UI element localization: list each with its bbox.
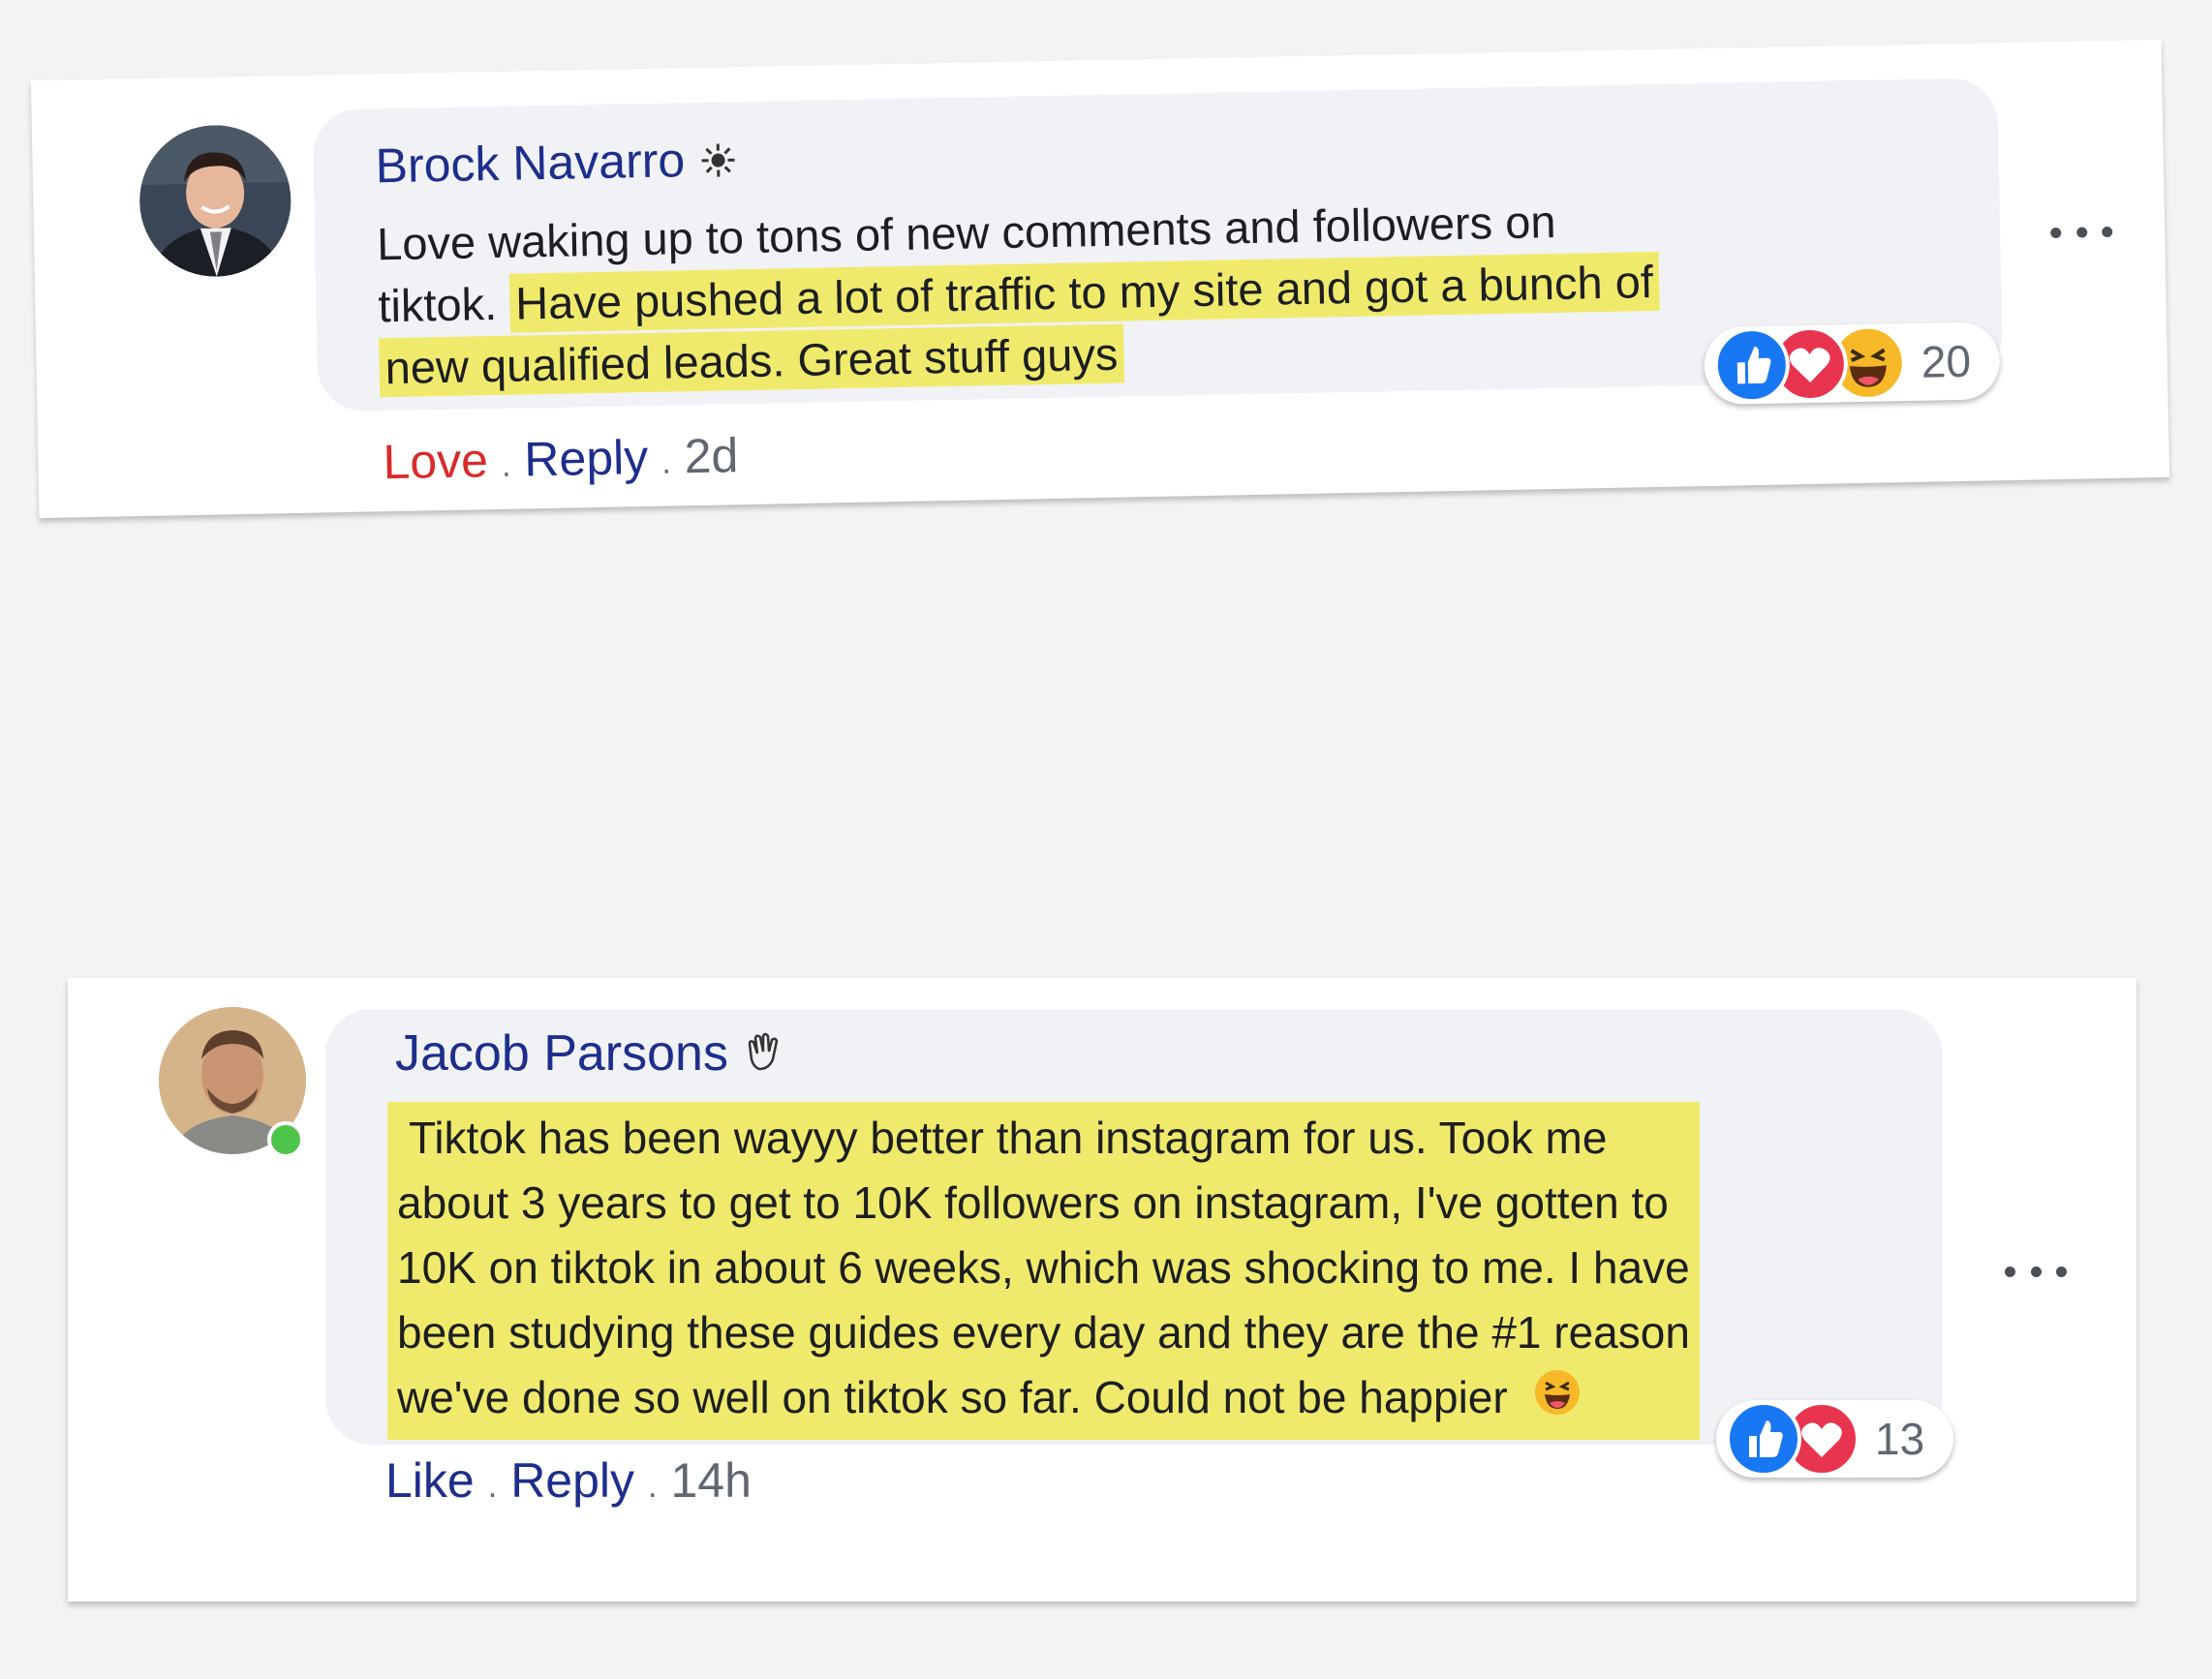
- reaction-summary[interactable]: 20: [1704, 321, 2001, 406]
- reaction-count: 13: [1875, 1414, 1925, 1464]
- timestamp[interactable]: 2d: [684, 428, 739, 483]
- separator: .: [487, 1468, 498, 1505]
- laughing-emoji: [1533, 1368, 1582, 1434]
- text-line: been studying these guides every day and…: [397, 1307, 1690, 1358]
- sun-icon: [698, 135, 738, 192]
- love-button[interactable]: Love: [383, 433, 488, 489]
- comment-card: Jacob Parsons Tiktok has been wayyy bett…: [68, 978, 2136, 1602]
- text-line: we've done so well on tiktok so far. Cou…: [397, 1365, 1690, 1434]
- avatar-portrait: [138, 124, 292, 279]
- text-line: 10K on tiktok in about 6 weeks, which wa…: [397, 1242, 1690, 1293]
- text-line: about 3 years to get to 10K followers on…: [397, 1177, 1669, 1228]
- comment-bubble: Jacob Parsons Tiktok has been wayyy bett…: [325, 1009, 1943, 1445]
- comment-actions: Like. Reply. 14h: [385, 1452, 752, 1509]
- author-name[interactable]: Brock Navarro: [375, 133, 686, 193]
- waving-hand-icon: [742, 1027, 784, 1085]
- highlighted-text: new qualified leads. Great stuff guys: [379, 323, 1124, 398]
- comment-card: Brock Navarro Love waking up to tons of …: [30, 39, 2170, 519]
- like-button[interactable]: Like: [385, 1453, 475, 1508]
- separator: .: [648, 1468, 658, 1505]
- comment-text: Tiktok has been wayyy better than instag…: [387, 1102, 1700, 1440]
- reply-button[interactable]: Reply: [524, 430, 649, 486]
- like-icon: [1726, 1401, 1801, 1477]
- highlighted-text: Tiktok has been wayyy better than instag…: [387, 1102, 1700, 1440]
- author-name[interactable]: Jacob Parsons: [395, 1025, 728, 1082]
- reaction-count: 20: [1920, 335, 1972, 387]
- timestamp[interactable]: 14h: [670, 1453, 751, 1508]
- like-icon: [1713, 326, 1791, 404]
- separator: .: [661, 443, 672, 481]
- comment-actions: Love. Reply. 2d: [383, 427, 739, 490]
- reply-button[interactable]: Reply: [510, 1453, 634, 1508]
- avatar[interactable]: [138, 124, 292, 279]
- more-options-icon[interactable]: [2005, 1267, 2067, 1280]
- reaction-summary[interactable]: 13: [1716, 1400, 1954, 1478]
- avatar[interactable]: [159, 1007, 306, 1158]
- comment-author[interactable]: Brock Navarro: [375, 131, 738, 198]
- more-options-icon[interactable]: [2050, 226, 2113, 241]
- comment-text: Love waking up to tons of new comments a…: [377, 189, 1661, 399]
- comment-author[interactable]: Jacob Parsons: [395, 1024, 784, 1085]
- text-line: Tiktok has been wayyy better than instag…: [397, 1113, 1608, 1163]
- online-status-indicator: [267, 1121, 304, 1158]
- separator: .: [501, 446, 511, 484]
